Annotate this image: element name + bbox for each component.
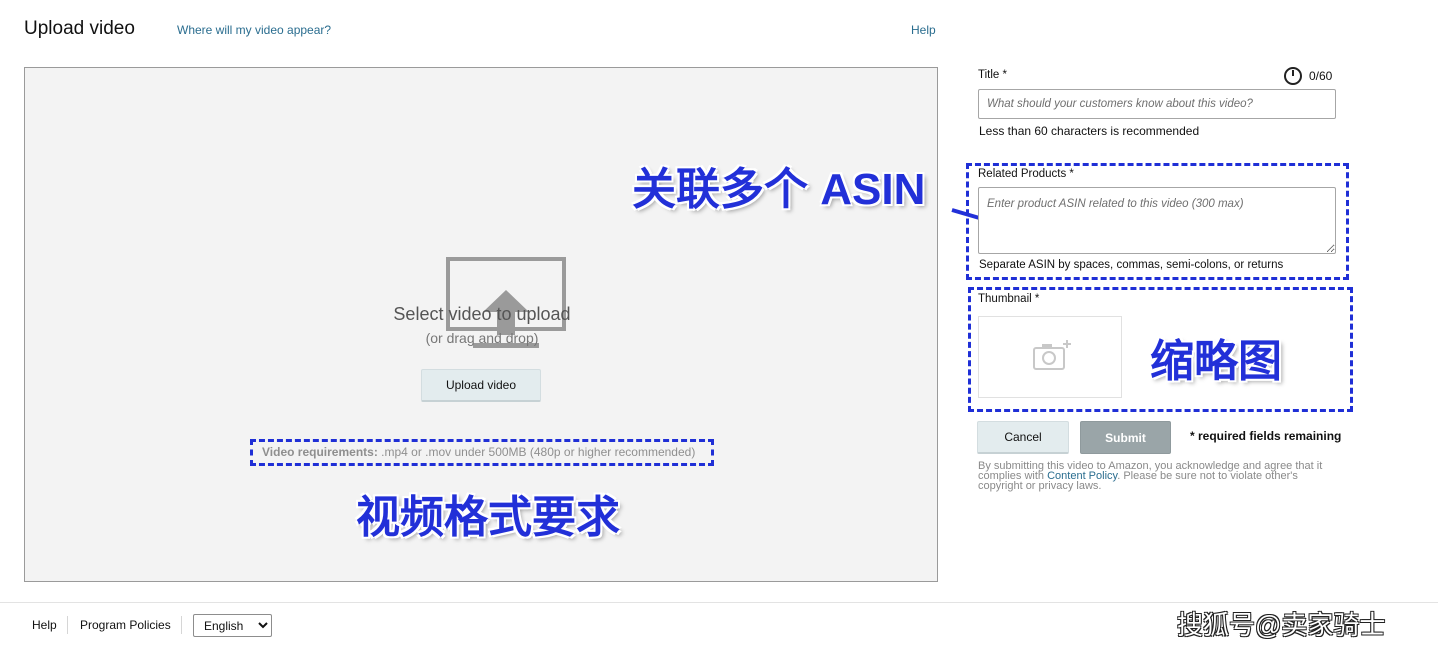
title-char-counter: 0/60 — [1309, 69, 1333, 83]
camera-add-icon — [1033, 340, 1071, 370]
legal-text: By submitting this video to Amazon, you … — [978, 461, 1340, 492]
required-fields-note: * required fields remaining — [1190, 429, 1342, 443]
language-select[interactable]: English — [193, 614, 272, 637]
submit-button[interactable]: Submit — [1080, 421, 1171, 454]
select-video-text: Select video to upload — [393, 304, 571, 324]
where-will-video-appear-link[interactable]: Where will my video appear? — [177, 23, 331, 37]
footer-separator — [181, 616, 182, 634]
related-products-input[interactable] — [978, 187, 1336, 254]
annotation-video-format: 视频格式要求 — [356, 493, 620, 542]
video-dropzone[interactable]: Select video to upload (or drag and drop… — [24, 67, 938, 582]
upload-video-button[interactable]: Upload video — [421, 369, 541, 402]
video-requirements-text: .mp4 or .mov under 500MB (480p or higher… — [381, 445, 696, 459]
watermark: 搜狐号@卖家骑士 — [1177, 610, 1386, 640]
drag-drop-text: (or drag and drop) — [425, 330, 539, 346]
title-hint: Less than 60 characters is recommended — [979, 124, 1200, 138]
related-products-hint: Separate ASIN by spaces, commas, semi-co… — [979, 259, 1284, 271]
cancel-button[interactable]: Cancel — [977, 421, 1069, 454]
video-requirements-highlight: Video requirements: .mp4 or .mov under 5… — [250, 439, 714, 466]
footer-program-policies-link[interactable]: Program Policies — [80, 618, 171, 632]
help-link[interactable]: Help — [911, 23, 936, 37]
page-title: Upload video — [24, 18, 135, 39]
annotation-asin: 关联多个 ASIN — [632, 165, 926, 214]
footer-separator — [67, 616, 68, 634]
video-requirements: Video requirements: .mp4 or .mov under 5… — [262, 445, 695, 459]
related-products-label: Related Products * — [978, 168, 1074, 180]
annotation-thumbnail: 缩略图 — [1150, 337, 1282, 386]
footer-help-link[interactable]: Help — [32, 618, 57, 632]
footer-divider — [0, 602, 1438, 603]
title-input[interactable] — [978, 89, 1336, 119]
video-requirements-label: Video requirements: — [262, 445, 378, 459]
timer-icon — [1284, 67, 1302, 85]
title-label: Title * — [978, 69, 1007, 81]
thumbnail-upload-tile[interactable] — [978, 316, 1122, 398]
thumbnail-label: Thumbnail * — [978, 293, 1040, 305]
